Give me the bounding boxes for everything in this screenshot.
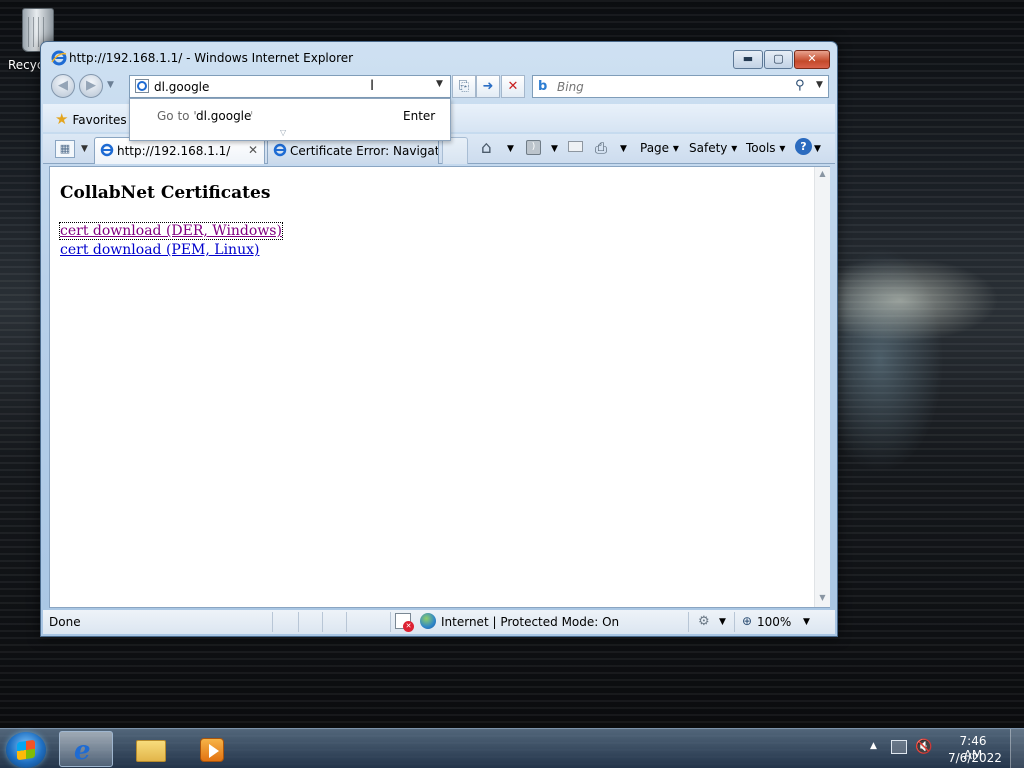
forward-button[interactable]: ▶: [79, 74, 103, 98]
print-dropdown[interactable]: ▼: [620, 144, 627, 154]
tab-inactive[interactable]: Certificate Error: Navigati...: [267, 137, 439, 164]
folder-icon: [136, 740, 166, 762]
search-icon[interactable]: ⚲: [795, 78, 805, 93]
new-tab-button[interactable]: [442, 137, 468, 164]
security-zone-text[interactable]: Internet | Protected Mode: On: [441, 615, 619, 629]
status-bar: Done Internet | Protected Mode: On ⚙ ▼ ⊕…: [43, 610, 835, 634]
scroll-up-icon[interactable]: ▲: [815, 169, 830, 178]
vertical-scrollbar[interactable]: ▲ ▼: [814, 167, 830, 607]
status-separator: [390, 612, 391, 632]
ie-icon: [51, 50, 67, 66]
status-separator: [298, 612, 299, 632]
address-input[interactable]: [154, 78, 424, 95]
taskbar-explorer-button[interactable]: [122, 731, 176, 767]
media-player-icon: [200, 738, 224, 762]
ie-icon: e: [74, 736, 91, 766]
cert-download-pem-link[interactable]: cert download (PEM, Linux): [60, 242, 259, 258]
blocked-content-icon[interactable]: [395, 613, 414, 632]
show-desktop-button[interactable]: [1010, 729, 1024, 768]
address-dropdown-button[interactable]: ▼: [436, 79, 443, 89]
stop-button[interactable]: ✕: [501, 75, 525, 98]
ie-window: http://192.168.1.1/ - Windows Internet E…: [40, 41, 838, 637]
goto-value: dl.google: [196, 109, 252, 123]
page-heading: CollabNet Certificates: [60, 183, 271, 203]
taskbar-ie-button[interactable]: e: [59, 731, 113, 767]
feeds-icon[interactable]: ): [526, 140, 541, 155]
address-autocomplete-dropdown: Go to ' dl.google ' Enter ▽: [129, 98, 451, 141]
favorites-label: Favorites: [72, 113, 127, 127]
zoom-level[interactable]: 100%: [757, 615, 791, 629]
clock-date[interactable]: 7/6/2022: [948, 751, 1002, 765]
scroll-down-icon[interactable]: ▼: [815, 593, 830, 602]
minimize-button[interactable]: ▬: [733, 50, 763, 69]
stop-icon: ✕: [507, 79, 519, 94]
recent-pages-dropdown[interactable]: ▼: [107, 80, 114, 90]
status-separator: [272, 612, 273, 632]
text-cursor-icon: I: [370, 78, 375, 94]
quick-tabs-button[interactable]: ▦: [55, 140, 75, 158]
feeds-dropdown[interactable]: ▼: [551, 144, 558, 154]
expand-suggestions-icon[interactable]: ▽: [280, 128, 286, 137]
back-icon: ◀: [58, 78, 68, 93]
tools-menu[interactable]: Tools ▾: [746, 141, 785, 155]
address-bar[interactable]: I ▼: [129, 75, 451, 98]
help-icon[interactable]: ?: [795, 138, 812, 155]
status-separator: [688, 612, 689, 632]
window-title: http://192.168.1.1/ - Windows Internet E…: [69, 51, 354, 65]
title-bar[interactable]: http://192.168.1.1/ - Windows Internet E…: [41, 42, 837, 72]
safety-menu[interactable]: Safety ▾: [689, 141, 737, 155]
help-dropdown[interactable]: ▼: [814, 144, 821, 154]
tab-list-dropdown[interactable]: ▼: [81, 144, 88, 154]
page-favicon-icon: [135, 79, 149, 93]
forward-icon: ▶: [86, 78, 96, 93]
page-menu[interactable]: Page ▾: [640, 141, 679, 155]
compatibility-view-button[interactable]: ⎘: [452, 75, 476, 98]
tab-active[interactable]: http://192.168.1.1/ ✕: [94, 137, 265, 164]
search-bar[interactable]: b ⚲ ▼: [532, 75, 829, 98]
star-icon: ★: [55, 110, 69, 128]
cert-download-der-link[interactable]: cert download (DER, Windows): [59, 222, 283, 240]
tab-label: Certificate Error: Navigati...: [290, 144, 439, 158]
goto-suffix: ': [250, 109, 254, 123]
favorites-button[interactable]: ★ Favorites: [55, 110, 127, 128]
page-content: CollabNet Certificates cert download (DE…: [49, 166, 830, 608]
home-icon[interactable]: ⌂: [481, 138, 492, 158]
goto-suggestion[interactable]: Go to ' dl.google ' Enter: [130, 103, 450, 125]
taskbar: e ▲ 🔇 7:46 AM 7/6/2022: [0, 728, 1024, 768]
bing-icon: b: [538, 79, 548, 94]
ie-icon: [100, 143, 114, 157]
go-button[interactable]: ➜: [476, 75, 500, 98]
close-button[interactable]: ✕: [794, 50, 830, 69]
addons-dropdown[interactable]: ▼: [719, 617, 726, 627]
start-button[interactable]: [6, 732, 46, 768]
windows-start-icon: [17, 739, 35, 761]
quick-tabs-icon: ▦: [59, 142, 71, 155]
status-separator: [346, 612, 347, 632]
search-input[interactable]: [557, 78, 777, 95]
status-text: Done: [49, 615, 81, 629]
compat-view-icon: ⎘: [458, 79, 470, 94]
ie-icon: [273, 143, 287, 157]
search-options-dropdown[interactable]: ▼: [816, 80, 823, 90]
globe-icon: [420, 613, 436, 629]
show-hidden-icons-button[interactable]: ▲: [870, 741, 877, 751]
back-button[interactable]: ◀: [51, 74, 75, 98]
status-separator: [734, 612, 735, 632]
status-separator: [322, 612, 323, 632]
network-icon[interactable]: [891, 740, 907, 754]
home-dropdown[interactable]: ▼: [507, 144, 514, 154]
mail-icon[interactable]: [568, 141, 583, 152]
close-tab-icon[interactable]: ✕: [248, 143, 258, 157]
maximize-button[interactable]: ▢: [764, 50, 793, 69]
goto-prefix: Go to ': [157, 109, 197, 123]
zoom-dropdown[interactable]: ▼: [803, 617, 810, 627]
enter-hint: Enter: [403, 109, 436, 123]
print-icon[interactable]: ⎙: [595, 139, 607, 157]
volume-muted-icon[interactable]: 🔇: [915, 739, 932, 755]
tab-label: http://192.168.1.1/: [117, 144, 231, 158]
go-icon: ➜: [482, 79, 494, 94]
taskbar-media-player-button[interactable]: [182, 731, 236, 767]
manage-addons-icon[interactable]: ⚙: [698, 614, 710, 629]
zoom-icon: ⊕: [742, 614, 753, 628]
